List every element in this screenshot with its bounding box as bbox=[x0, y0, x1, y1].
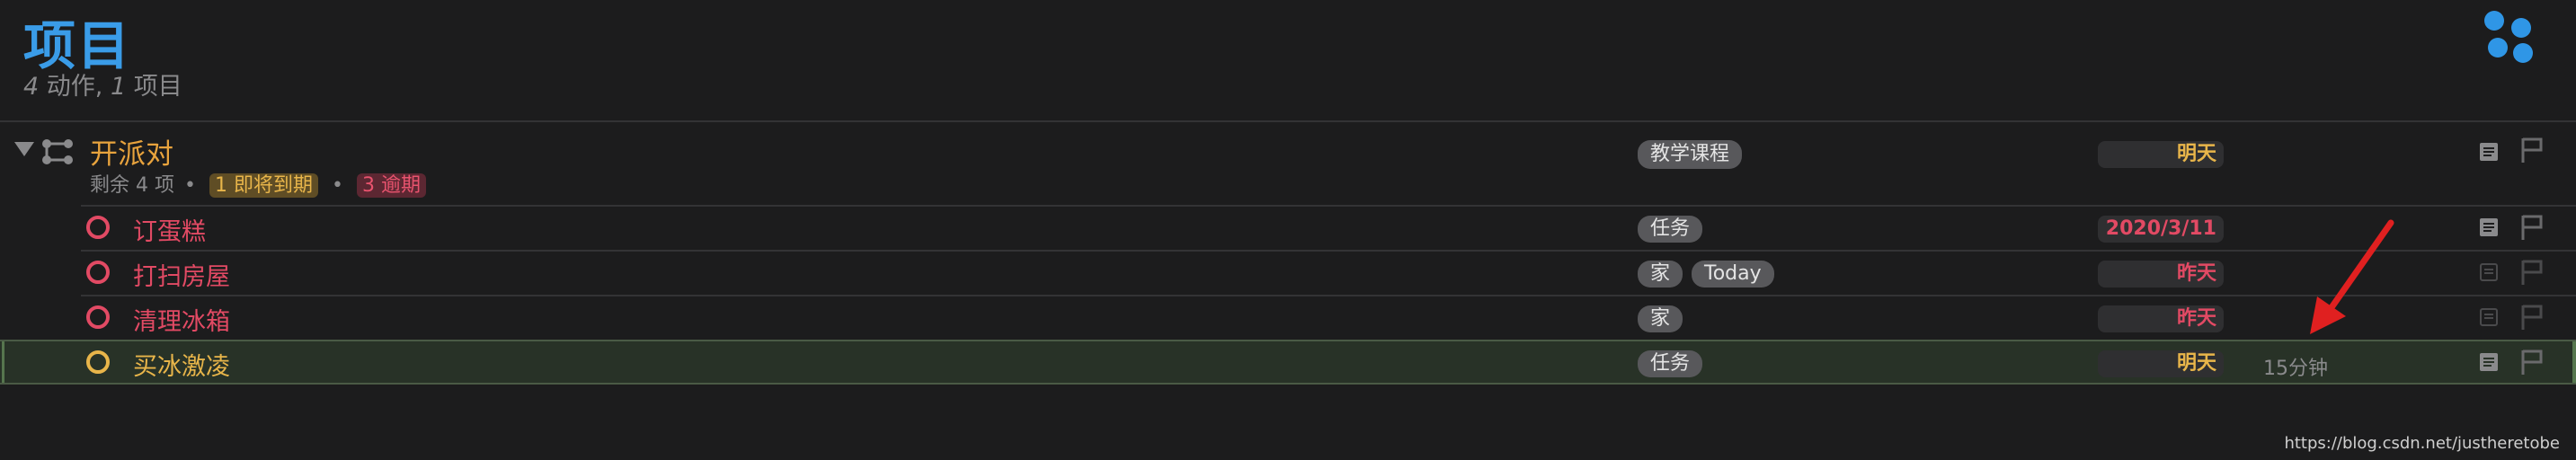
summary-project-label: 项目 bbox=[126, 73, 182, 101]
flag-icon[interactable] bbox=[2520, 214, 2544, 241]
action-name[interactable]: 订蛋糕 bbox=[133, 212, 206, 247]
action-due-date[interactable]: 昨天 bbox=[2098, 261, 2224, 288]
flag-icon[interactable] bbox=[2520, 349, 2544, 376]
separator-dot: • bbox=[331, 174, 343, 197]
estimated-duration[interactable]: 15分钟 bbox=[2263, 352, 2328, 381]
note-icon[interactable] bbox=[2479, 352, 2499, 372]
annotation-arrow-icon bbox=[2310, 219, 2394, 334]
completion-checkbox[interactable] bbox=[86, 350, 110, 374]
completion-checkbox[interactable] bbox=[86, 216, 110, 239]
project-icon bbox=[42, 139, 73, 164]
action-tag[interactable]: 家 bbox=[1638, 305, 1683, 332]
action-tag[interactable]: 任务 bbox=[1638, 216, 1703, 243]
action-row-selected[interactable]: 买冰激凌 任务 明天 15分钟 bbox=[0, 340, 2576, 385]
project-due-date[interactable]: 明天 bbox=[2098, 141, 2224, 168]
disclosure-triangle-icon[interactable] bbox=[14, 142, 34, 156]
note-icon[interactable] bbox=[2479, 142, 2499, 162]
project-row[interactable]: 开派对 剩余 4 项 • 1 即将到期 • 3 逾期 教学课程 明天 bbox=[0, 122, 2576, 205]
summary-text: 4 动作, 1 项目 bbox=[23, 66, 182, 102]
summary-action-label: 动作, bbox=[39, 73, 111, 101]
action-due-date[interactable]: 2020/3/11 bbox=[2098, 216, 2224, 243]
summary-action-count: 4 bbox=[23, 73, 40, 101]
project-tag[interactable]: 教学课程 bbox=[1638, 140, 1743, 169]
action-due-date[interactable]: 明天 bbox=[2098, 350, 2224, 377]
flag-icon[interactable] bbox=[2520, 137, 2544, 164]
header: 项目 4 动作, 1 项目 bbox=[0, 0, 2576, 120]
action-row[interactable]: 打扫房屋 家 Today 昨天 bbox=[0, 252, 2576, 295]
action-row[interactable]: 订蛋糕 任务 2020/3/11 bbox=[0, 207, 2576, 250]
overdue-badge: 3 逾期 bbox=[356, 173, 426, 198]
completion-checkbox[interactable] bbox=[86, 261, 110, 284]
flag-icon[interactable] bbox=[2520, 304, 2544, 331]
action-name[interactable]: 清理冰箱 bbox=[133, 302, 230, 337]
action-due-date[interactable]: 昨天 bbox=[2098, 305, 2224, 332]
action-tag[interactable]: 任务 bbox=[1638, 350, 1703, 377]
action-tag[interactable]: Today bbox=[1692, 261, 1774, 288]
flag-icon[interactable] bbox=[2520, 259, 2544, 286]
action-name[interactable]: 打扫房屋 bbox=[133, 257, 230, 292]
due-soon-badge: 1 即将到期 bbox=[209, 173, 318, 198]
remaining-count: 剩余 4 项 bbox=[90, 174, 174, 197]
separator-dot: • bbox=[183, 174, 196, 197]
note-icon[interactable] bbox=[2479, 307, 2499, 327]
project-status: 剩余 4 项 • 1 即将到期 • 3 逾期 bbox=[90, 169, 430, 198]
watermark: https://blog.csdn.net/justheretobe bbox=[2284, 434, 2560, 453]
action-row[interactable]: 清理冰箱 家 昨天 bbox=[0, 296, 2576, 340]
action-name[interactable]: 买冰激凌 bbox=[133, 347, 230, 382]
action-tag[interactable]: 家 bbox=[1638, 261, 1683, 288]
perspective-dots-icon[interactable] bbox=[2484, 11, 2535, 65]
completion-checkbox[interactable] bbox=[86, 305, 110, 329]
selection-edge bbox=[2572, 341, 2576, 383]
selection-indicator bbox=[2, 341, 4, 383]
summary-project-count: 1 bbox=[110, 73, 127, 101]
note-icon[interactable] bbox=[2479, 262, 2499, 282]
note-icon[interactable] bbox=[2479, 217, 2499, 237]
project-name[interactable]: 开派对 bbox=[90, 131, 173, 172]
